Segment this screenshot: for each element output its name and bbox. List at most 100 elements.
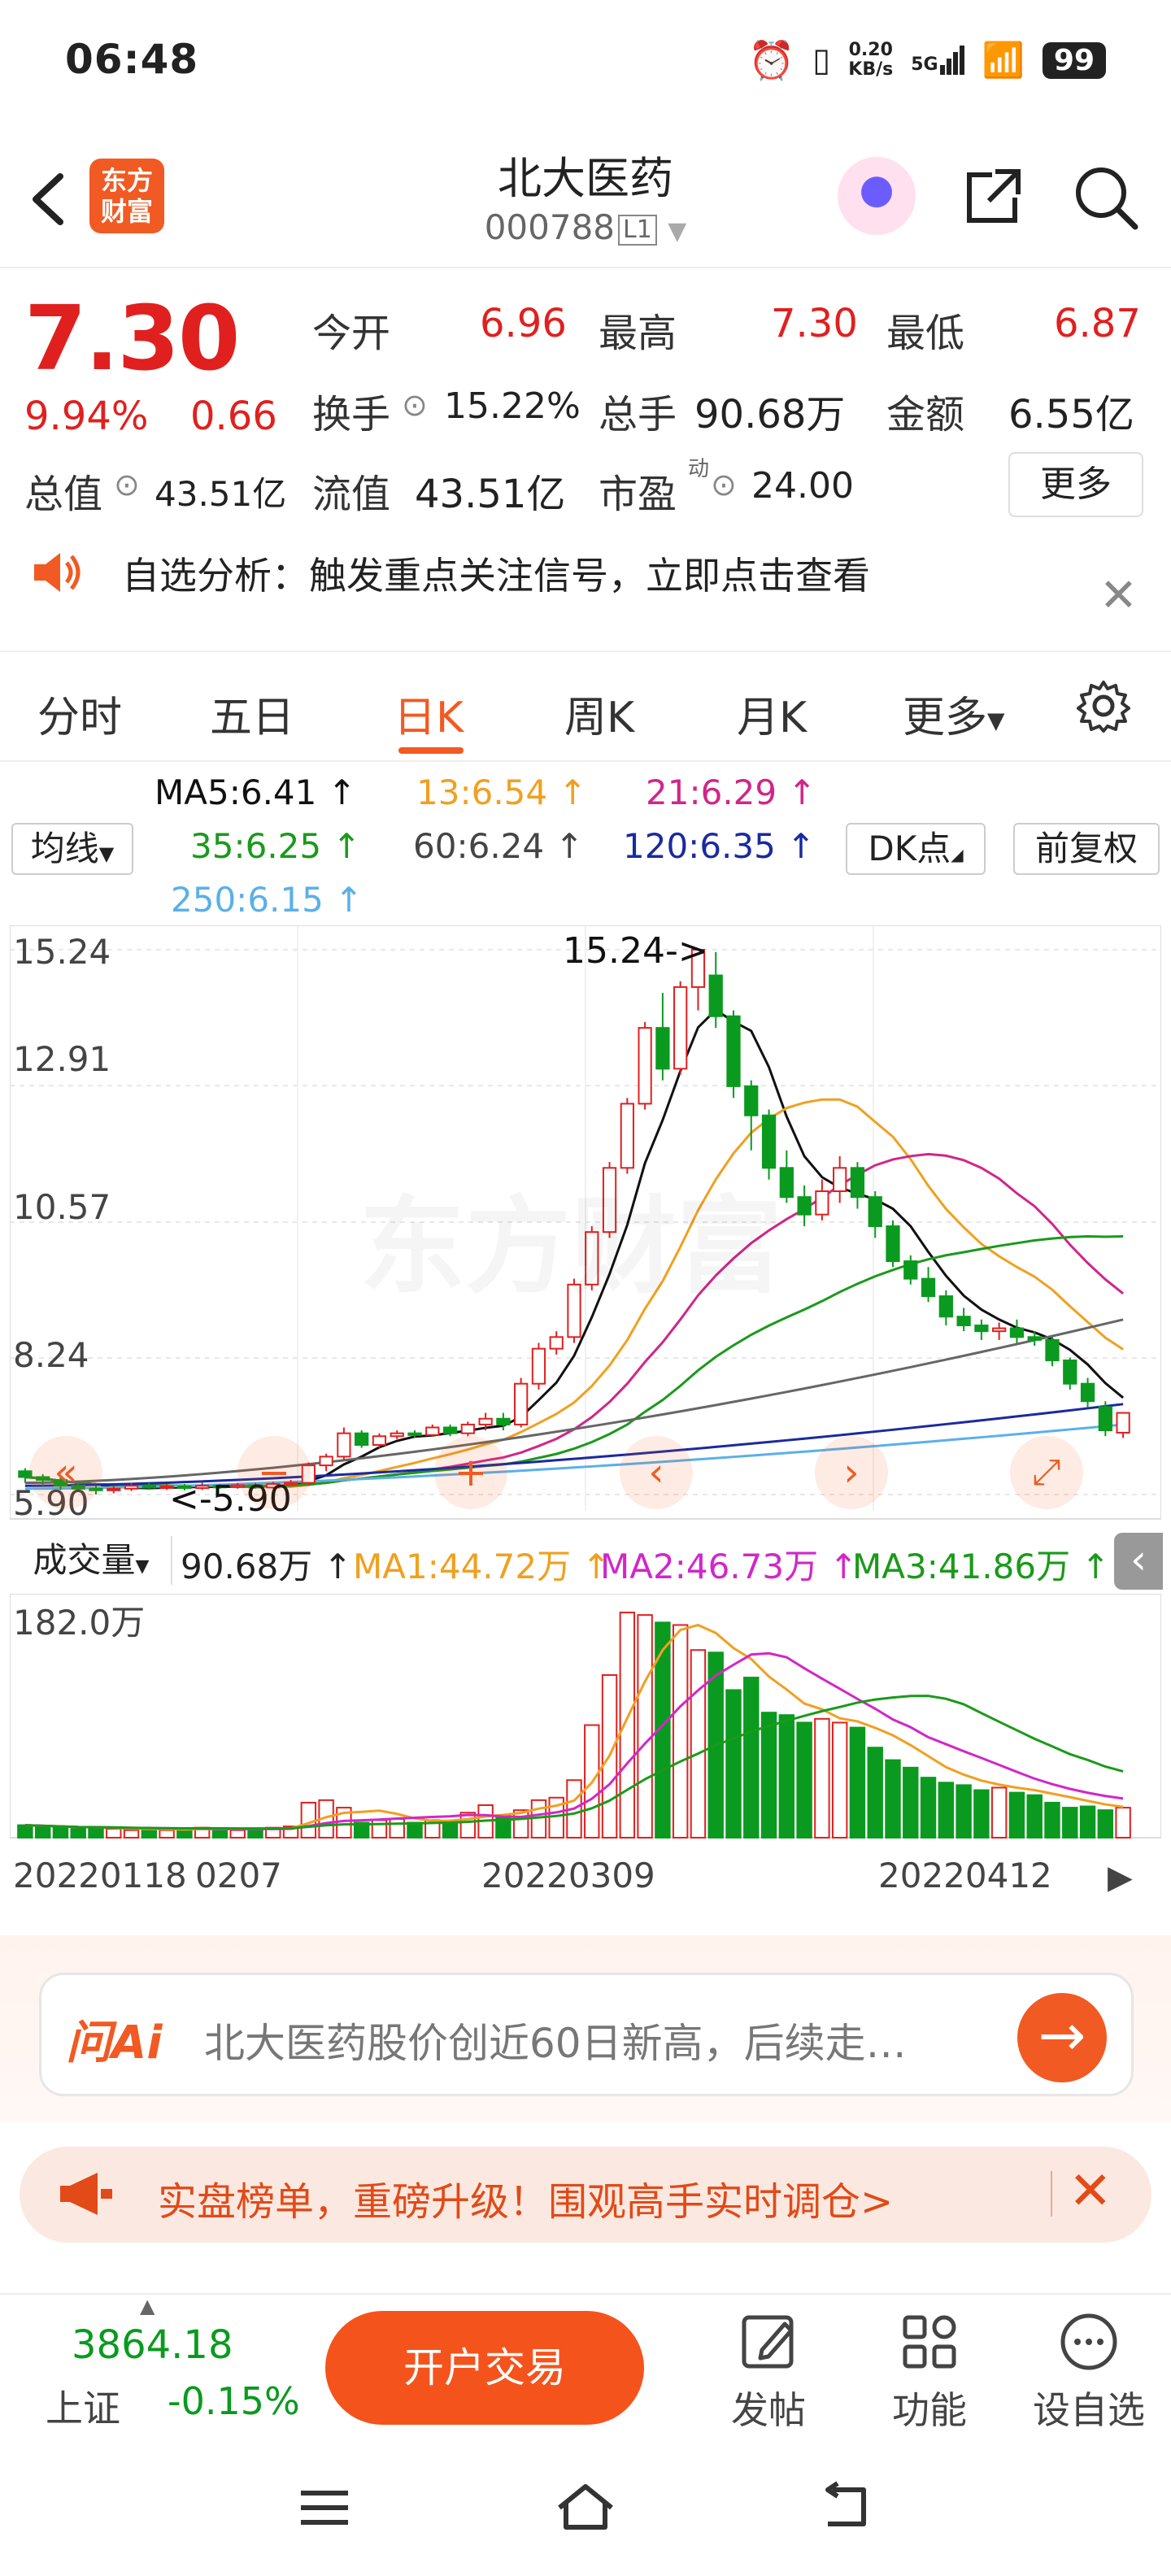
scroll-right-icon[interactable]: › [815,1436,888,1509]
dk-point-toggle[interactable]: DK点◢ [846,823,986,875]
indicator-select[interactable]: 均线▼ [11,823,133,875]
open-label: 今开 [312,311,391,356]
volume-bar [123,1829,140,1838]
ai-logo: 问Ai [66,2017,163,2069]
arrow-right-icon[interactable]: → [1017,1993,1107,2082]
search-icon[interactable] [1072,163,1140,232]
volume-bar [1097,1809,1114,1838]
index-value[interactable]: 3864.18 [72,2322,233,2368]
tab-minute[interactable]: 分时 [37,683,122,744]
collapse-panel-icon[interactable]: ‹ [1114,1533,1163,1590]
date-label: 20220412 [878,1856,1052,1895]
signal-icon: 5G [911,46,964,75]
scroll-left-icon[interactable]: ‹ [620,1436,693,1509]
volume-bar [300,1801,317,1838]
y-axis-top: 15.24 [13,932,111,972]
candle [938,1295,953,1318]
volume-indicator-row: 成交量▼ 90.68万 ↑ MA1:44.72万 ↑ MA2:46.73万 ↑ … [0,1533,1171,1590]
status-icons: ⏰ ▯ 0.20 KB/s 5G 📶 99 [748,37,1106,83]
ma35-value: 35:6.25 ↑ [190,826,361,866]
vol-ma2: MA2:46.73万 ↑ [600,1547,858,1586]
volume-bar [814,1717,830,1838]
volume-bar [760,1712,777,1838]
menu-icon[interactable] [296,2483,353,2535]
volume-bar [990,1786,1008,1838]
volume-select[interactable]: 成交量▼ [11,1536,172,1585]
vol-ma3: MA3:41.86万 ↑ [852,1547,1110,1586]
volume-bar [389,1817,405,1838]
zoom-out-icon[interactable]: − [237,1436,311,1509]
volume-label: 总手 [599,392,677,437]
more-quote-button[interactable]: 更多 [1008,452,1143,517]
candle [708,974,723,1017]
close-icon[interactable]: ✕ [1099,569,1138,622]
candle [442,1426,458,1434]
add-watchlist-button[interactable]: 设自选 [1028,2311,1150,2435]
more-dots-icon [1060,2313,1117,2370]
divider [0,760,1171,762]
info-icon[interactable]: ⊙ [402,387,428,423]
volume-bar [903,1766,919,1839]
close-icon[interactable]: ✕ [1069,2161,1112,2221]
candle [744,1085,759,1116]
volume-bar [17,1824,33,1839]
alarm-icon: ⏰ [747,37,795,82]
promo-banner[interactable]: 实盘榜单，重磅升级！围观高手实时调仓> ✕ [20,2147,1151,2243]
play-right-icon[interactable]: ▶ [1108,1859,1133,1896]
share-icon[interactable] [960,165,1025,230]
low-label: 最低 [886,311,965,356]
pe-dynamic-mark: 动 [688,457,710,481]
volume-bar [619,1612,636,1838]
active-tab-indicator [398,747,464,754]
candle [868,1196,882,1228]
tab-five-day[interactable]: 五日 [210,683,294,744]
caret-down-icon: ▼ [668,217,687,246]
notice-text: 自选分析：触发重点关注信号，立即点击查看 [122,554,870,598]
volume-bar [973,1789,990,1839]
date-label: 0207 [195,1856,282,1895]
candle [1045,1338,1060,1362]
wifi-icon: 📶 [982,40,1025,80]
volume-chart[interactable]: 182.0万 [9,1593,1162,1846]
volume-bar [1079,1805,1096,1838]
post-button[interactable]: 发帖 [707,2311,829,2435]
candlestick-chart[interactable]: 15.24 12.91 10.57 8.24 5.90 15.24-> <-5.… [9,925,1162,1527]
date-axis: 20220118 0207 20220309 20220412 ▶ [0,1854,1171,1911]
price-adjust-toggle[interactable]: 前复权 [1013,823,1160,875]
rewind-icon[interactable]: « [29,1436,102,1509]
tab-weekly-k[interactable]: 周K [564,683,634,744]
candle [141,1485,156,1489]
zoom-in-icon[interactable]: + [434,1436,507,1509]
candle [992,1327,1007,1333]
tab-daily-k[interactable]: 日K [394,683,464,744]
ai-question-box[interactable]: 问Ai 北大医药股价创近60日新高，后续走… → [39,1973,1134,2096]
tab-monthly-k[interactable]: 月K [737,683,807,744]
volume-bar [778,1714,795,1838]
y-axis-label: 12.91 [13,1039,111,1079]
candle [1063,1360,1077,1385]
volume-bar [1044,1801,1060,1838]
back-nav-icon[interactable] [816,2480,873,2535]
open-account-trade-button[interactable]: 开户交易 [325,2311,644,2425]
candle [496,1417,511,1425]
robot-assistant-icon[interactable] [838,157,916,235]
function-button[interactable]: 功能 [868,2311,990,2435]
notice-bar[interactable]: 自选分析：触发重点关注信号，立即点击查看 [0,537,1171,651]
home-icon[interactable] [553,2480,618,2535]
high-annotation: 15.24-> [563,930,708,972]
settings-gear-icon[interactable] [1075,677,1132,738]
pe-label: 市盈 [599,472,677,517]
fullscreen-icon[interactable]: ⤢ [1010,1436,1083,1509]
volume-bar [229,1829,246,1838]
volume-bar [141,1828,158,1839]
amount-value: 6.55亿 [1008,392,1134,437]
y-axis-label: 10.57 [13,1187,111,1227]
candle [1027,1336,1042,1341]
volume-bar [743,1677,760,1838]
system-nav-bar [0,2448,1171,2576]
high-label: 最高 [599,311,677,356]
net-speed: 0.20 KB/s [848,40,894,80]
info-icon[interactable]: ⊙ [114,467,140,503]
tab-more[interactable]: 更多▼ [903,683,1005,744]
info-icon[interactable]: ⊙ [711,467,737,503]
